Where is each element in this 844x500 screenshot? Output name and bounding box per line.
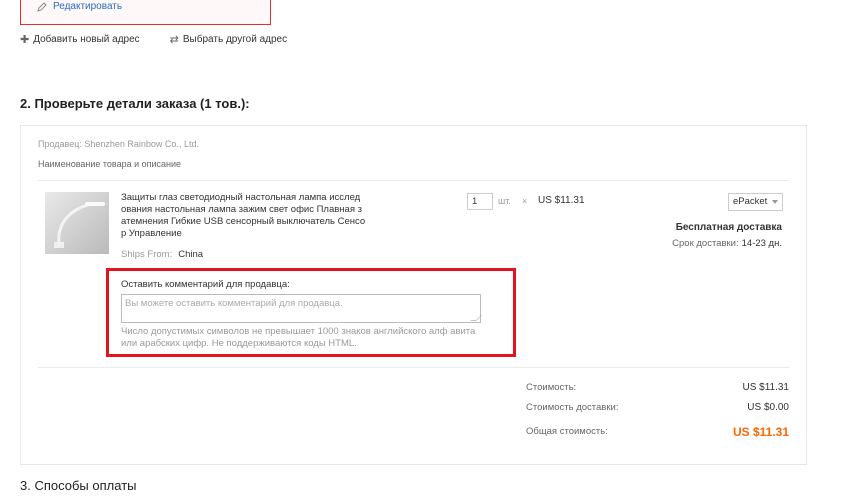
total-label: Общая стоимость: bbox=[526, 426, 608, 437]
order-details-box: Продавец: Shenzhen Rainbow Co., Ltd. Наи… bbox=[20, 125, 807, 465]
quantity-unit: шт. bbox=[498, 196, 511, 206]
divider bbox=[38, 367, 789, 368]
shipping-cost-label: Стоимость доставки: bbox=[526, 402, 619, 413]
total-value: US $11.31 bbox=[732, 425, 789, 439]
comment-textarea[interactable] bbox=[121, 294, 481, 323]
quantity-input[interactable] bbox=[467, 193, 493, 210]
seller-name: Продавец: Shenzhen Rainbow Co., Ltd. bbox=[38, 139, 199, 149]
delivery-time-label: Срок доставки: bbox=[672, 238, 739, 249]
chevron-down-icon bbox=[772, 200, 778, 204]
choose-address-button[interactable]: ⇄ Выбрать другой адрес bbox=[170, 33, 287, 46]
swap-icon: ⇄ bbox=[169, 34, 179, 46]
address-card: Редактировать bbox=[20, 0, 271, 25]
cost-value: US $11.31 bbox=[742, 382, 789, 393]
edit-address-label: Редактировать bbox=[53, 1, 123, 12]
shipping-cost-value: US $0.00 bbox=[747, 402, 789, 413]
divider bbox=[38, 180, 789, 181]
comment-hint: Число допустимых символов не превышает 1… bbox=[121, 326, 476, 349]
shipping-method-select[interactable]: ePacket bbox=[728, 193, 783, 211]
product-thumbnail[interactable] bbox=[45, 192, 109, 254]
unit-price: US $11.31 bbox=[538, 195, 585, 206]
seller-comment-section: Оставить комментарий для продавца: Число… bbox=[106, 268, 516, 357]
choose-address-label: Выбрать другой адрес bbox=[182, 34, 288, 45]
lamp-image bbox=[54, 202, 105, 248]
times-sign: × bbox=[522, 196, 528, 206]
section-order-details-title: 2. Проверьте детали заказа (1 тов.): bbox=[20, 96, 250, 111]
product-name[interactable]: Защиты глаз светодиодный настольная ламп… bbox=[121, 192, 371, 240]
add-address-button[interactable]: ✚ Добавить новый адрес bbox=[20, 33, 140, 46]
address-actions: ✚ Добавить новый адрес ⇄ Выбрать другой … bbox=[20, 33, 287, 46]
comment-label: Оставить комментарий для продавца: bbox=[121, 279, 290, 290]
cost-label: Стоимость: bbox=[526, 382, 577, 393]
free-shipping-label: Бесплатная доставка bbox=[675, 222, 782, 233]
ships-from-label: Ships From: bbox=[121, 249, 173, 260]
edit-address-link[interactable]: Редактировать bbox=[37, 1, 122, 12]
delivery-time-value: 14-23 дн. bbox=[741, 238, 782, 249]
add-address-label: Добавить новый адрес bbox=[33, 34, 140, 45]
pencil-icon bbox=[37, 1, 47, 12]
product-column-header: Наименование товара и описание bbox=[38, 159, 182, 169]
ships-from-value: China bbox=[178, 249, 204, 260]
shipping-method-value: ePacket bbox=[733, 196, 768, 207]
delivery-time: Срок доставки: 14-23 дн. bbox=[672, 238, 782, 249]
section-payment-title: 3. Способы оплаты bbox=[20, 478, 137, 493]
ships-from: Ships From: China bbox=[121, 249, 203, 260]
plus-icon: ✚ bbox=[20, 34, 30, 46]
